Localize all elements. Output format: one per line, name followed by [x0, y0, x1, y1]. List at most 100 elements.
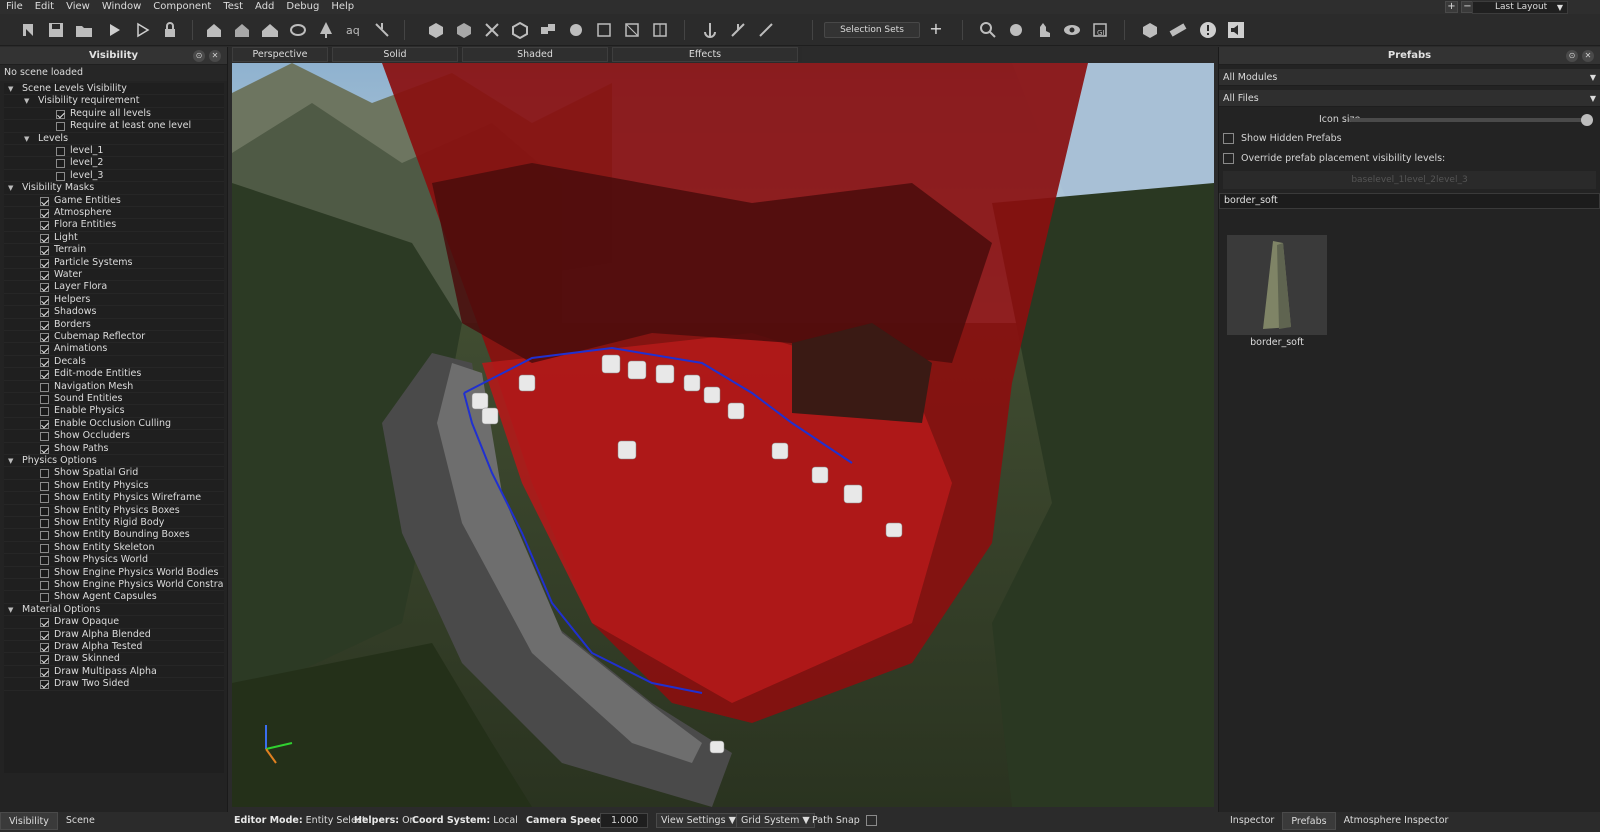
- checkbox[interactable]: [40, 246, 49, 256]
- selection-sets-button[interactable]: Selection Sets: [824, 22, 920, 38]
- ruler-icon[interactable]: [1168, 20, 1188, 40]
- tree-checkbox-row[interactable]: level_3: [4, 170, 224, 183]
- tree-checkbox-row[interactable]: Show Entity Rigid Body: [4, 517, 224, 530]
- expand-arrow-icon[interactable]: ▼: [24, 95, 29, 106]
- tree-checkbox-row[interactable]: Animations: [4, 343, 224, 356]
- checkbox[interactable]: [40, 568, 49, 578]
- prefab-search-input[interactable]: border_soft: [1219, 193, 1600, 209]
- checkbox[interactable]: [40, 581, 49, 590]
- tree-checkbox-row[interactable]: Show Paths: [4, 443, 224, 455]
- tree-group[interactable]: ▼ Visibility Masks: [4, 182, 224, 195]
- tree-checkbox-row[interactable]: Navigation Mesh: [4, 381, 224, 393]
- checkbox[interactable]: [56, 159, 65, 169]
- cube-wire-icon[interactable]: [594, 20, 614, 40]
- tree-checkbox-row[interactable]: Draw Skinned: [4, 653, 224, 666]
- checkbox[interactable]: [56, 122, 65, 132]
- tab-inspector[interactable]: Inspector: [1222, 812, 1282, 830]
- checkbox[interactable]: [40, 680, 49, 690]
- grid-system-dropdown[interactable]: Grid System ▼: [736, 813, 815, 828]
- tree-checkbox-row[interactable]: Draw Two Sided: [4, 678, 224, 691]
- tree-group[interactable]: ▼ Scene Levels Visibility: [4, 83, 224, 96]
- gi-cube-icon[interactable]: GI: [1090, 20, 1110, 40]
- close-icon[interactable]: ✕: [209, 50, 221, 62]
- menu-view[interactable]: View: [60, 0, 96, 14]
- tree-checkbox-row[interactable]: Enable Occlusion Culling: [4, 418, 224, 431]
- tree-checkbox-row[interactable]: Terrain: [4, 244, 224, 257]
- menu-edit[interactable]: Edit: [29, 0, 60, 14]
- add-selection-set-button[interactable]: +: [928, 21, 944, 38]
- tree-checkbox-row[interactable]: Edit-mode Entities: [4, 368, 224, 381]
- tree-checkbox-row[interactable]: Shadows: [4, 306, 224, 319]
- tree-checkbox-row[interactable]: level_1: [4, 145, 224, 158]
- cube-frame-icon[interactable]: [622, 20, 642, 40]
- checkbox[interactable]: [40, 295, 49, 305]
- lock-icon[interactable]: [160, 20, 180, 40]
- add-window-button[interactable]: +: [1445, 1, 1458, 13]
- files-select[interactable]: All Files ▼: [1219, 90, 1600, 107]
- ai-text-icon[interactable]: aq: [344, 20, 364, 40]
- menu-add[interactable]: Add: [249, 0, 280, 14]
- checkbox[interactable]: [40, 283, 49, 293]
- menu-component[interactable]: Component: [147, 0, 217, 14]
- menu-window[interactable]: Window: [96, 0, 147, 14]
- tree-checkbox-row[interactable]: Require all levels: [4, 108, 224, 121]
- tree-checkbox-row[interactable]: Show Entity Physics: [4, 480, 224, 493]
- cube-icon[interactable]: [426, 20, 446, 40]
- checkbox[interactable]: [40, 419, 49, 429]
- checkbox[interactable]: [40, 494, 49, 504]
- checkbox[interactable]: [40, 395, 49, 404]
- tree-checkbox-row[interactable]: Helpers: [4, 294, 224, 307]
- panel-options-icon[interactable]: ⊙: [193, 50, 205, 62]
- anchor-icon[interactable]: [700, 20, 720, 40]
- prefab-thumbnail[interactable]: [1227, 235, 1327, 335]
- view-settings-dropdown[interactable]: View Settings ▼: [656, 813, 741, 828]
- tree-checkbox-row[interactable]: Game Entities: [4, 195, 224, 207]
- scissors-icon[interactable]: [482, 20, 502, 40]
- tree-checkbox-row[interactable]: Layer Flora: [4, 281, 224, 294]
- override-visibility-checkbox[interactable]: [1223, 153, 1234, 164]
- snap-alt-icon[interactable]: [756, 20, 776, 40]
- camera-search-icon[interactable]: [978, 20, 998, 40]
- tree-checkbox-row[interactable]: Flora Entities: [4, 219, 224, 232]
- warning-icon[interactable]: [1198, 20, 1218, 40]
- checkbox[interactable]: [40, 593, 49, 603]
- checkbox[interactable]: [40, 432, 49, 442]
- panel-options-icon[interactable]: ⊙: [1566, 50, 1578, 62]
- tree-group[interactable]: ▼ Material Options: [4, 604, 224, 617]
- tree-group[interactable]: ▼ Levels: [4, 133, 224, 145]
- puzzle-icon[interactable]: [566, 20, 586, 40]
- icon-size-slider-handle[interactable]: [1581, 114, 1593, 126]
- close-icon[interactable]: ✕: [1582, 50, 1594, 62]
- checkbox[interactable]: [40, 271, 49, 280]
- tree-group[interactable]: ▼ Physics Options: [4, 455, 224, 468]
- tree-checkbox-row[interactable]: Show Spatial Grid: [4, 467, 224, 480]
- scene-viewport[interactable]: [232, 63, 1214, 807]
- play-icon[interactable]: [104, 20, 124, 40]
- tree-checkbox-row[interactable]: Light: [4, 232, 224, 245]
- tab-solid[interactable]: Solid: [332, 47, 458, 62]
- tree-checkbox-row[interactable]: Draw Opaque: [4, 616, 224, 629]
- tree-checkbox-row[interactable]: Particle Systems: [4, 257, 224, 269]
- tree-checkbox-row[interactable]: Draw Alpha Blended: [4, 629, 224, 641]
- menu-test[interactable]: Test: [217, 0, 249, 14]
- path-snap-checkbox[interactable]: [866, 815, 877, 826]
- icon-size-slider[interactable]: [1349, 118, 1589, 122]
- house-alt-icon[interactable]: [232, 20, 252, 40]
- checkbox[interactable]: [40, 630, 49, 640]
- checkbox[interactable]: [40, 543, 49, 553]
- hand-icon[interactable]: [1034, 20, 1054, 40]
- checkbox[interactable]: [40, 556, 49, 566]
- expand-arrow-icon[interactable]: ▼: [8, 455, 13, 466]
- checkbox[interactable]: [56, 109, 65, 119]
- checkbox[interactable]: [40, 233, 49, 243]
- checkbox[interactable]: [40, 209, 49, 218]
- tree-checkbox-row[interactable]: Show Physics World: [4, 554, 224, 567]
- checkbox[interactable]: [56, 171, 65, 181]
- checkbox[interactable]: [56, 147, 65, 156]
- checkbox[interactable]: [40, 469, 49, 479]
- tree-icon[interactable]: [316, 20, 336, 40]
- tree-checkbox-row[interactable]: Show Engine Physics World Bodies: [4, 567, 224, 579]
- tab-shaded[interactable]: Shaded: [462, 47, 608, 62]
- tree-checkbox-row[interactable]: Require at least one level: [4, 120, 224, 133]
- cube-split-icon[interactable]: [650, 20, 670, 40]
